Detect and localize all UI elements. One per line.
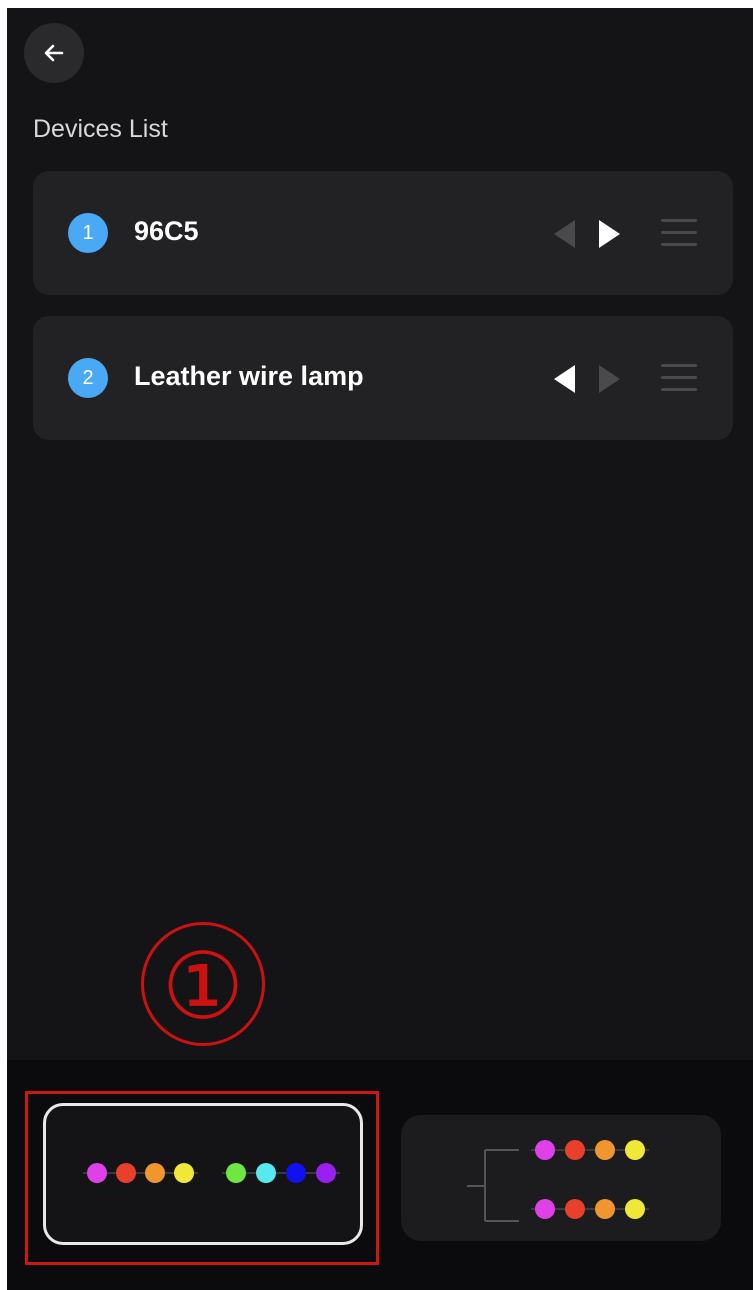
parallel-connection-option[interactable] — [401, 1115, 721, 1241]
led-dot — [535, 1140, 555, 1160]
arrow-left-icon — [44, 44, 64, 62]
screen: Devices List 1 96C5 2 Leather wire lamp … — [7, 8, 753, 1290]
move-right-arrow-icon[interactable] — [599, 365, 620, 393]
device-index-badge: 1 — [68, 213, 108, 253]
drag-handle-icon[interactable] — [661, 364, 697, 392]
back-button[interactable] — [24, 23, 84, 83]
device-card-1[interactable]: 1 96C5 — [33, 171, 733, 295]
led-dot — [625, 1140, 645, 1160]
led-dot — [565, 1199, 585, 1219]
device-name: Leather wire lamp — [134, 361, 364, 391]
move-left-arrow-icon[interactable] — [554, 365, 575, 393]
device-name: 96C5 — [134, 216, 199, 246]
move-right-arrow-icon[interactable] — [599, 220, 620, 248]
devices-list-title: Devices List — [33, 115, 168, 143]
led-dot — [174, 1163, 194, 1183]
led-dot — [625, 1199, 645, 1219]
led-dot — [535, 1199, 555, 1219]
annotation-number-marker: ① — [141, 922, 265, 1046]
led-dot — [116, 1163, 136, 1183]
parallel-connection-icon — [467, 1140, 649, 1222]
series-connection-option[interactable] — [43, 1103, 363, 1245]
led-dot — [145, 1163, 165, 1183]
led-dot — [226, 1163, 246, 1183]
drag-handle-icon[interactable] — [661, 219, 697, 247]
led-dot — [316, 1163, 336, 1183]
splitter-connector-line — [467, 1149, 519, 1222]
device-card-2[interactable]: 2 Leather wire lamp — [33, 316, 733, 440]
led-dot — [595, 1140, 615, 1160]
led-dot — [87, 1163, 107, 1183]
connection-mode-bar — [7, 1060, 753, 1290]
led-dot — [595, 1199, 615, 1219]
device-index-badge: 2 — [68, 358, 108, 398]
move-left-arrow-icon[interactable] — [554, 220, 575, 248]
led-dot — [256, 1163, 276, 1183]
series-connection-icon — [83, 1163, 340, 1183]
led-dot — [565, 1140, 585, 1160]
led-dot — [286, 1163, 306, 1183]
